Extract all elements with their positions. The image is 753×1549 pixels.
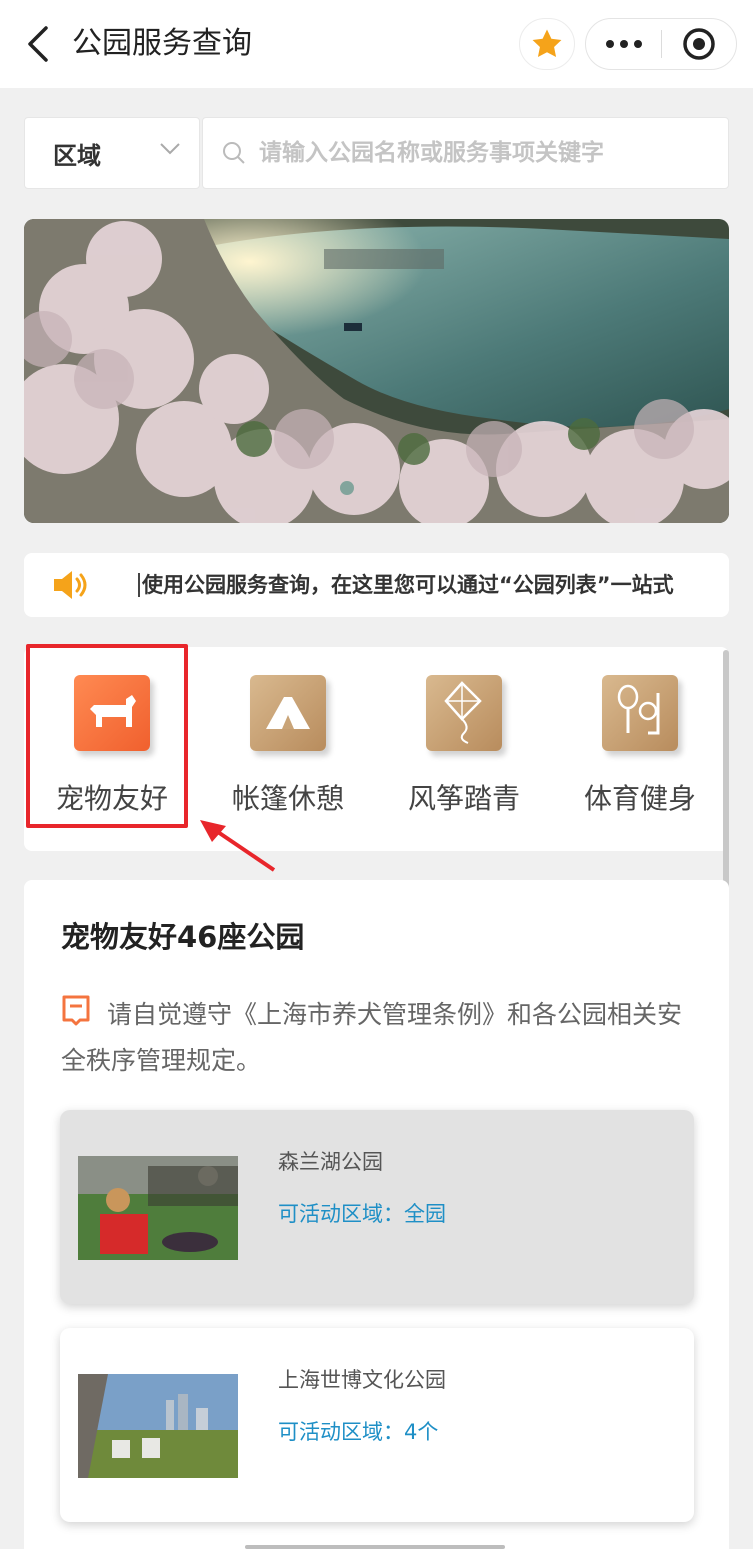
category-label: 宠物友好 — [55, 782, 168, 815]
category-label: 帐篷休憩 — [231, 782, 344, 815]
category-label: 风筝踏青 — [407, 782, 520, 815]
marquee-start-marker — [138, 573, 140, 597]
home-indicator — [245, 1545, 505, 1549]
category-row: 宠物友好 帐篷休憩 风筝踏青 体育健身 — [24, 647, 729, 851]
notice-bar: 使用公园服务查询，在这里您可以通过“公园列表”一站式 — [24, 553, 729, 617]
chevron-left-icon — [28, 26, 48, 62]
dog-on-lawn-photo — [78, 1156, 238, 1260]
star-icon — [532, 29, 562, 58]
park-name: 上海世博文化公园 — [278, 1368, 446, 1392]
search-box[interactable] — [202, 117, 729, 189]
nav-bar: 公园服务查询 — [0, 0, 753, 88]
rule-notice: 请自觉遵守《上海市养犬管理条例》和各公园相关安全秩序管理规定。 — [61, 1000, 683, 1075]
region-label: 区域 — [53, 141, 101, 170]
park-card[interactable]: 森兰湖公园 可活动区域：全园 — [60, 1110, 694, 1304]
category-sports[interactable]: 体育健身 — [552, 647, 728, 851]
mini-program-capsule — [585, 18, 737, 70]
kite-icon — [426, 675, 502, 751]
search-input[interactable] — [258, 140, 728, 166]
park-thumbnail — [78, 1374, 238, 1478]
park-activity-area[interactable]: 可活动区域：全园 — [278, 1198, 446, 1228]
more-dots-icon — [605, 40, 642, 48]
riverside-lawn-photo — [78, 1374, 238, 1478]
category-label: 体育健身 — [583, 782, 696, 815]
more-button[interactable] — [586, 18, 661, 70]
park-lake-photo — [24, 219, 729, 523]
target-close-icon — [683, 28, 715, 60]
favorite-button[interactable] — [519, 18, 575, 70]
park-name: 森兰湖公园 — [278, 1150, 383, 1174]
dog-icon — [74, 675, 150, 751]
category-pet-friendly[interactable]: 宠物友好 — [24, 647, 200, 851]
speaker-icon — [54, 571, 87, 599]
results-title: 宠物友好46座公园 — [61, 920, 305, 954]
chevron-down-icon — [160, 143, 180, 155]
results-panel: 宠物友好46座公园 请自觉遵守《上海市养犬管理条例》和各公园相关安全秩序管理规定… — [24, 880, 729, 1549]
region-dropdown[interactable]: 区域 — [24, 117, 200, 189]
page-title: 公园服务查询 — [72, 26, 252, 61]
search-row: 区域 — [24, 117, 729, 189]
park-thumbnail — [78, 1156, 238, 1260]
park-card[interactable]: 上海世博文化公园 可活动区域：4个 — [60, 1328, 694, 1522]
banner-image[interactable] — [24, 219, 729, 523]
park-activity-area[interactable]: 可活动区域：4个 — [278, 1416, 438, 1446]
notice-text: 使用公园服务查询，在这里您可以通过“公园列表”一站式 — [142, 573, 674, 597]
close-button[interactable] — [662, 18, 736, 70]
carousel-indicator[interactable] — [340, 481, 354, 495]
category-kite[interactable]: 风筝踏青 — [376, 647, 552, 851]
pointer-arrow-icon — [200, 820, 276, 872]
back-button[interactable] — [18, 22, 58, 66]
search-icon — [222, 142, 245, 164]
tent-icon — [250, 675, 326, 751]
sports-icon — [602, 675, 678, 751]
